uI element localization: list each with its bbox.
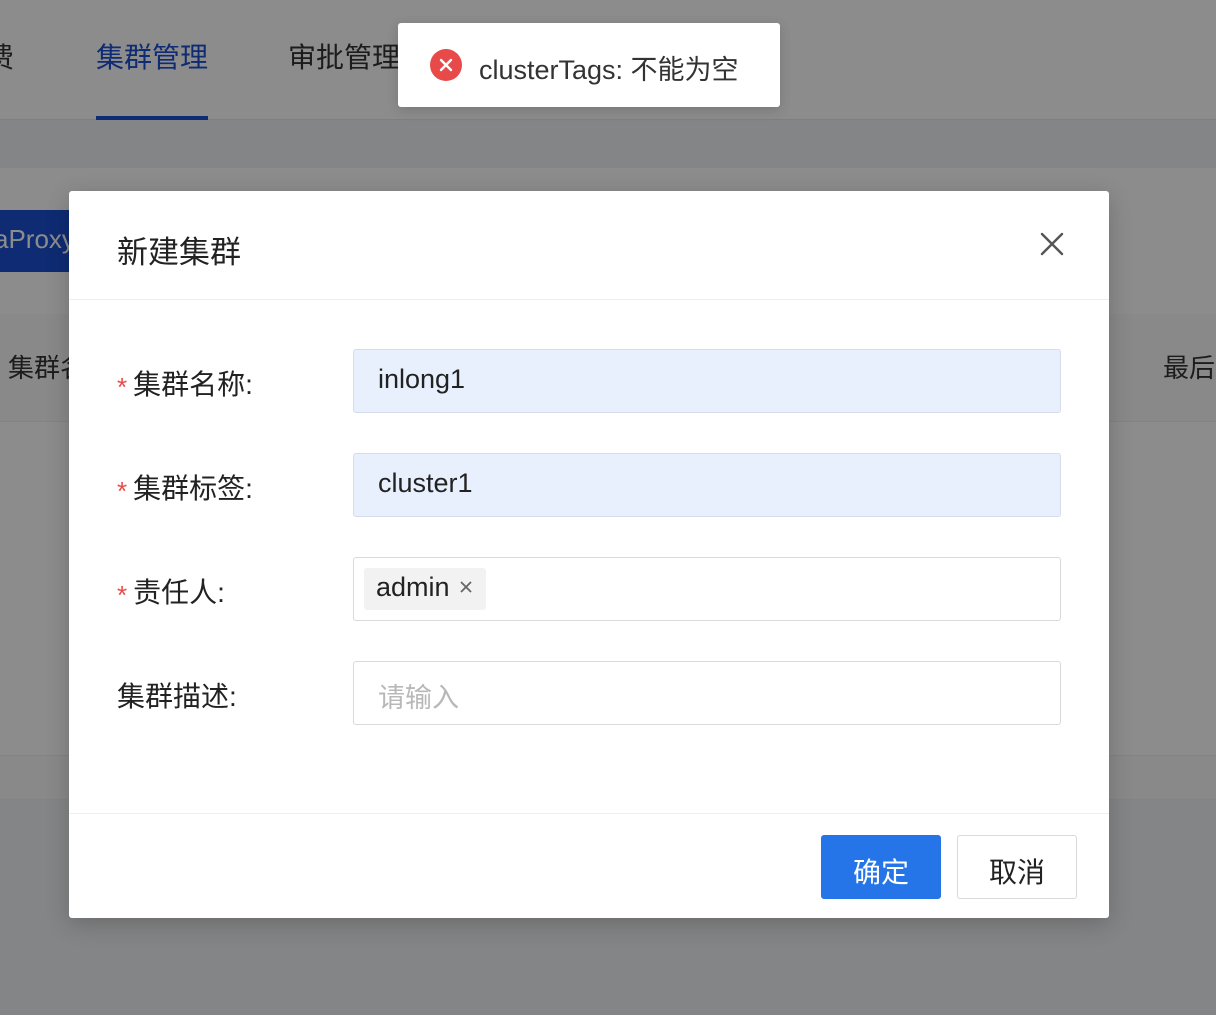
form-row-cluster-name: * 集群名称: inlong1 — [69, 349, 1109, 413]
owner-tag: admin — [364, 568, 486, 610]
required-mark: * — [117, 476, 128, 506]
error-circle-icon — [430, 49, 462, 81]
cluster-tags-label: * 集群标签: — [117, 473, 253, 506]
cluster-name-input[interactable]: inlong1 — [353, 349, 1061, 413]
create-cluster-modal: 新建集群 * 集群名称: inlong1 * 集群标签: cluster1 * 责任人… — [69, 191, 1109, 918]
cancel-button[interactable]: 取消 — [957, 835, 1077, 899]
owner-label: * 责任人: — [117, 577, 225, 610]
required-mark: * — [117, 372, 128, 402]
description-input[interactable]: 请输入 — [353, 661, 1061, 725]
tag-remove-icon[interactable] — [458, 579, 474, 595]
owner-select[interactable]: admin — [353, 557, 1061, 621]
modal-header: 新建集群 — [69, 191, 1109, 300]
cluster-name-label: * 集群名称: — [117, 369, 253, 402]
error-toast: clusterTags: 不能为空 — [398, 23, 780, 107]
confirm-button[interactable]: 确定 — [821, 835, 941, 899]
close-icon[interactable] — [1035, 227, 1069, 261]
modal-footer: 确定 取消 — [69, 813, 1109, 918]
required-mark: * — [117, 580, 128, 610]
toast-message: clusterTags: 不能为空 — [479, 55, 739, 85]
form-row-owner: * 责任人: admin — [69, 557, 1109, 621]
cluster-tags-input[interactable]: cluster1 — [353, 453, 1061, 517]
modal-title: 新建集群 — [117, 235, 241, 270]
form-row-description: 集群描述: 请输入 — [69, 661, 1109, 725]
description-label: 集群描述: — [117, 681, 237, 712]
form-row-cluster-tags: * 集群标签: cluster1 — [69, 453, 1109, 517]
